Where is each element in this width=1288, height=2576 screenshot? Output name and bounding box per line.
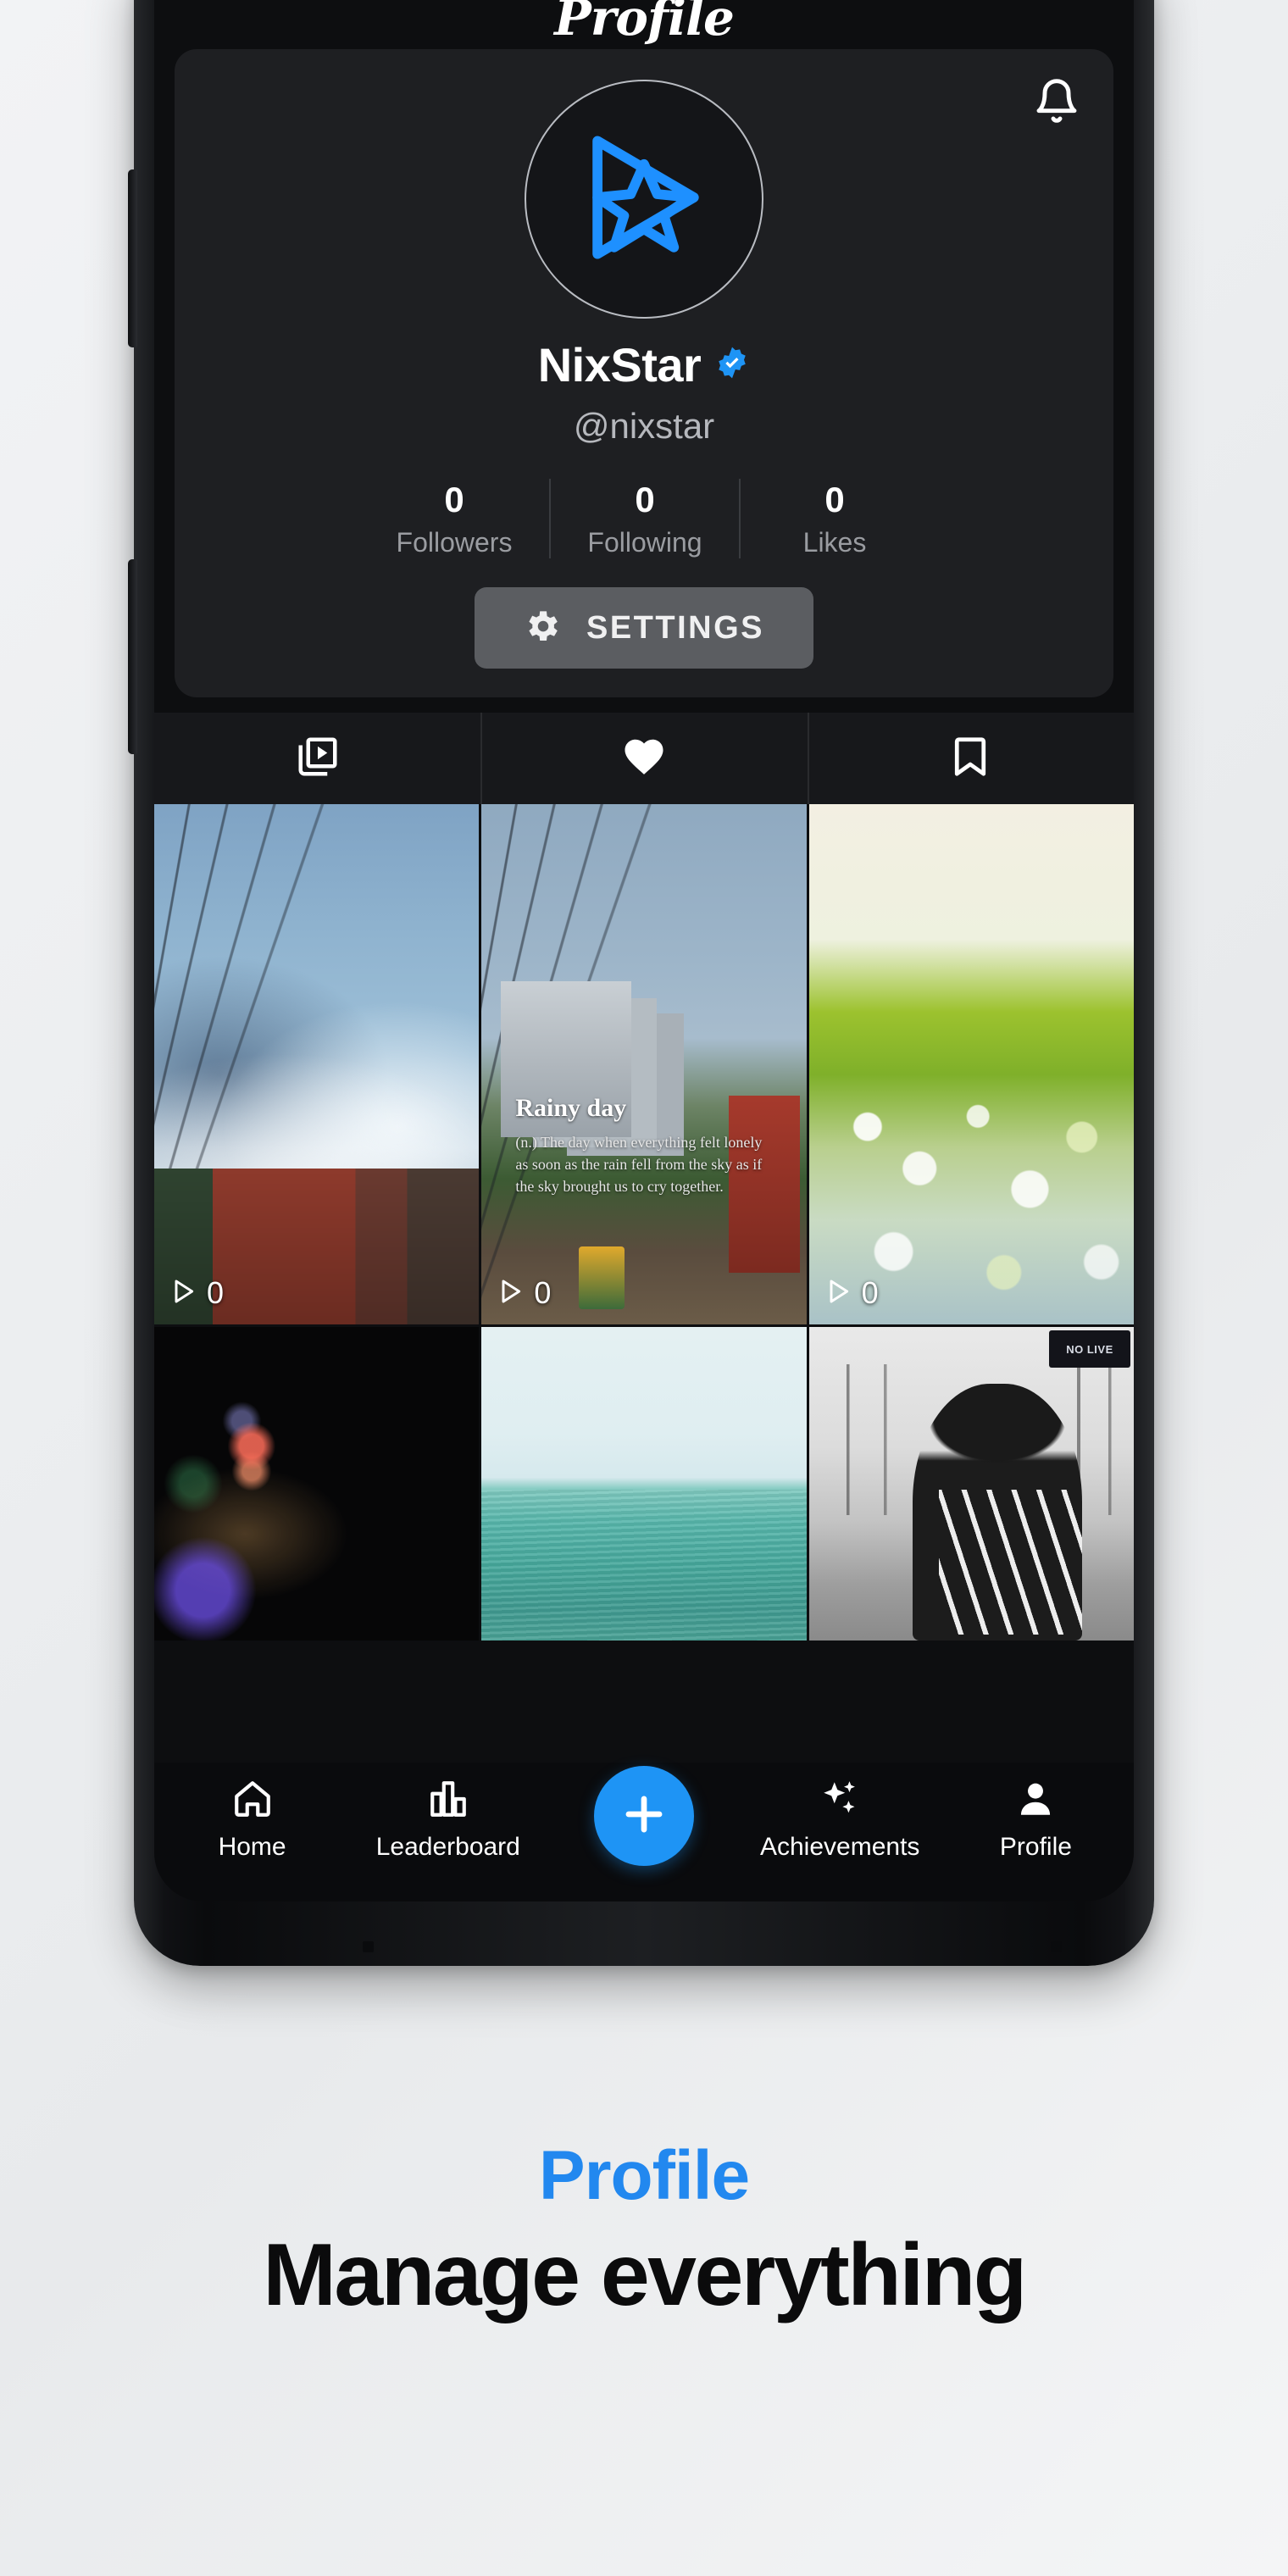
nav-item-profile-label: Profile (999, 1833, 1072, 1861)
play-icon (497, 1277, 524, 1310)
phone-mockup: Profile NixStar @nixstar 0 Followers 0 F… (128, 0, 1154, 1966)
nav-item-achievements-label: Achievements (759, 1833, 920, 1861)
create-fab[interactable] (594, 1766, 694, 1866)
play-icon (824, 1277, 852, 1310)
thumbnail-badge-text: NO LIVE (1066, 1342, 1113, 1356)
stat-likes[interactable]: 0 Likes (739, 479, 929, 558)
bar-chart-icon (427, 1778, 469, 1824)
bottom-nav: Home Leaderboard Achievements Profile (154, 1763, 1134, 1901)
sparkles-icon (819, 1778, 861, 1824)
verified-badge-icon (714, 345, 750, 385)
settings-button[interactable]: SETTINGS (475, 587, 813, 669)
display-name: NixStar (537, 338, 702, 391)
profile-card: NixStar @nixstar 0 Followers 0 Following (175, 49, 1113, 697)
stat-following[interactable]: 0 Following (549, 479, 739, 558)
thumbnail-caption-title: Rainy day (515, 1094, 627, 1122)
display-name-row: NixStar (175, 337, 1113, 392)
play-count-text: 0 (861, 1275, 879, 1310)
stat-followers-value: 0 (444, 480, 464, 519)
home-icon (231, 1778, 274, 1824)
nav-item-home-label: Home (218, 1833, 286, 1861)
content-tabs (154, 713, 1134, 804)
caption-block: Profile Manage everything (0, 2135, 1288, 2325)
nav-item-achievements[interactable]: Achievements (742, 1778, 938, 1862)
nav-item-profile[interactable]: Profile (938, 1778, 1134, 1862)
phone-frame-nub-right (1051, 1941, 1062, 1952)
video-tile[interactable] (154, 1327, 480, 1641)
video-tile[interactable] (481, 1327, 807, 1641)
avatar[interactable] (525, 80, 763, 319)
nav-create-button[interactable] (546, 1766, 741, 1866)
nav-item-leaderboard-label: Leaderboard (375, 1833, 520, 1861)
caption-eyebrow: Profile (538, 2137, 750, 2214)
page-title: Profile (554, 0, 735, 47)
thumbnail-caption-body: (n.) The day when everything felt lonely… (515, 1134, 763, 1195)
person-icon (1014, 1778, 1057, 1824)
tab-saved[interactable] (807, 713, 1134, 804)
stats-row: 0 Followers 0 Following 0 Likes (175, 479, 1113, 558)
play-count: 0 (497, 1275, 551, 1311)
phone-volume-down-button[interactable] (128, 559, 137, 754)
caption-headline: Manage everything (263, 2226, 1027, 2324)
bell-icon (1033, 75, 1080, 130)
stat-likes-value: 0 (824, 480, 845, 519)
username: @nixstar (573, 406, 715, 446)
stat-followers[interactable]: 0 Followers (359, 479, 549, 558)
phone-screen: Profile NixStar @nixstar 0 Followers 0 F… (154, 0, 1134, 1901)
notification-bell-button[interactable] (1025, 71, 1088, 134)
phone-frame-nub-left (363, 1941, 374, 1952)
gear-icon (524, 606, 564, 651)
stat-following-value: 0 (635, 480, 655, 519)
play-icon (169, 1277, 197, 1310)
thumbnail-art-overlay (481, 1490, 807, 1641)
stat-likes-label: Likes (802, 527, 867, 558)
play-count-text: 0 (207, 1275, 225, 1310)
play-count-text: 0 (534, 1275, 552, 1310)
nav-item-home[interactable]: Home (154, 1778, 350, 1862)
video-tile[interactable]: Rainy day (n.) The day when everything f… (481, 804, 807, 1324)
thumbnail-art-overlay (938, 1490, 1082, 1635)
thumbnail-art (808, 804, 1134, 1324)
phone-volume-up-button[interactable] (128, 169, 137, 347)
thumbnail-badge: NO LIVE (1049, 1330, 1130, 1368)
play-star-logo (561, 114, 727, 285)
video-tile[interactable]: 0 (808, 804, 1134, 1324)
bookmark-icon (947, 734, 993, 784)
tab-videos[interactable] (154, 713, 480, 804)
tab-liked[interactable] (480, 713, 807, 804)
settings-button-label: SETTINGS (586, 609, 765, 646)
stat-following-label: Following (587, 527, 702, 558)
thumbnail-caption: Rainy day (n.) The day when everything f… (515, 1094, 772, 1197)
stat-followers-label: Followers (396, 527, 513, 558)
heart-icon (621, 734, 667, 784)
plus-icon (618, 1788, 670, 1845)
video-reels-icon (295, 734, 341, 784)
thumbnail-art (154, 1327, 480, 1641)
video-grid: 0 Rainy day (n.) The day when everything… (154, 804, 1134, 1641)
play-count: 0 (824, 1275, 879, 1311)
video-tile[interactable]: 0 (154, 804, 480, 1324)
app-header: Profile (154, 0, 1134, 42)
video-tile[interactable]: NO LIVE (808, 1327, 1134, 1641)
nav-item-leaderboard[interactable]: Leaderboard (350, 1778, 546, 1862)
thumbnail-art-overlay (579, 1246, 625, 1309)
play-count: 0 (169, 1275, 224, 1311)
